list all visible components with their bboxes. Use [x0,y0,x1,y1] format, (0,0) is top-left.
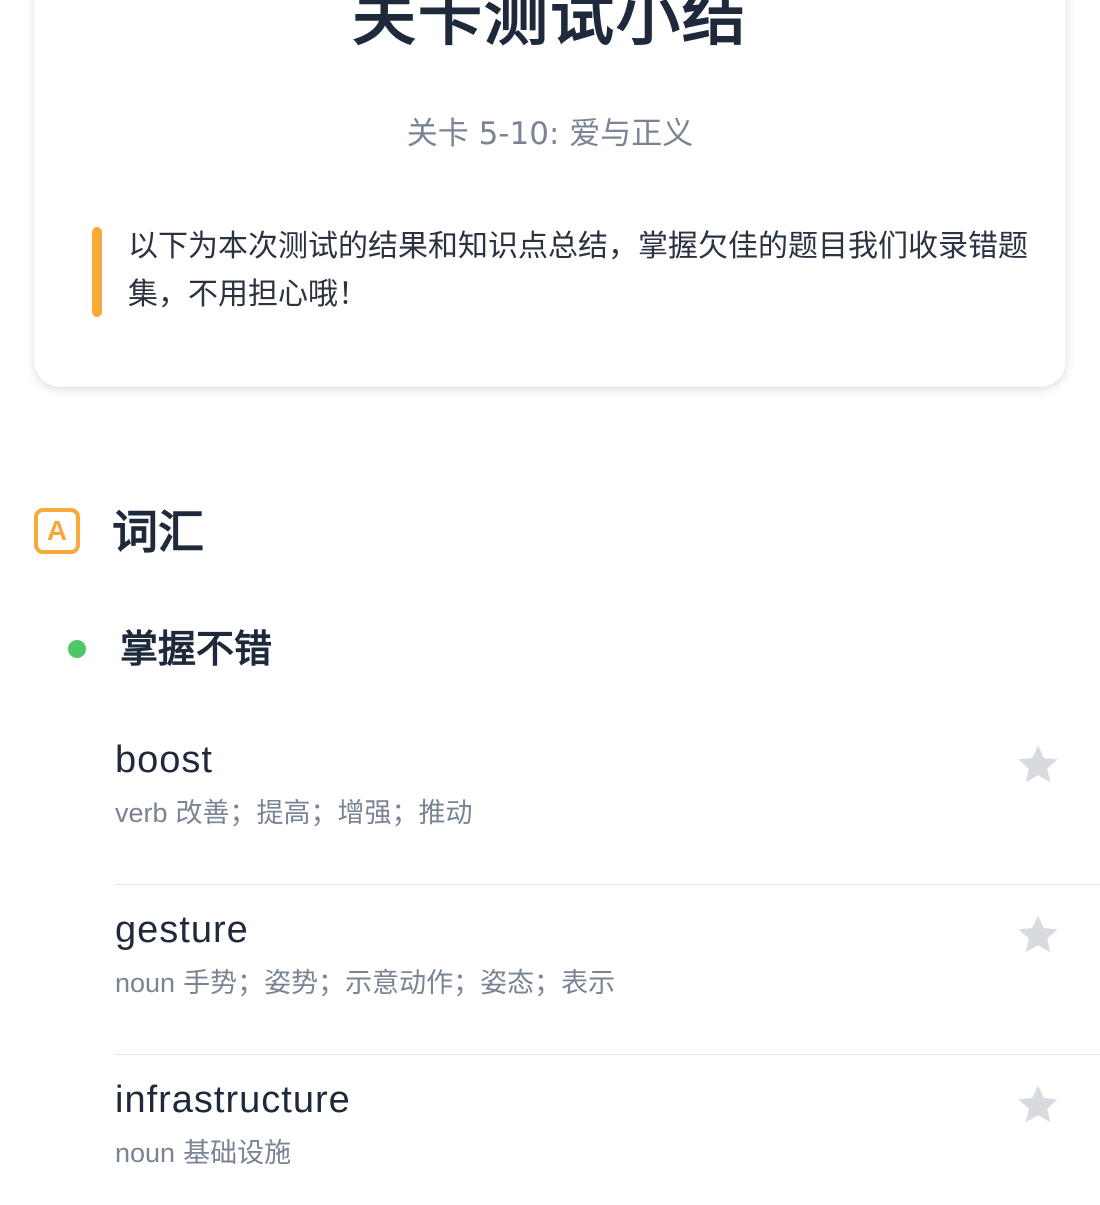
word-text: infrastructure [115,1079,351,1121]
level-subtitle: 关卡 5-10: 爱与正义 [406,116,694,152]
word-meaning: 改善；提高；增强；推动 [175,798,473,829]
word-meaning: 手势；姿势；示意动作；姿态；表示 [183,968,616,999]
group-title: 掌握不错 [120,627,273,671]
word-list: boost verb 改善；提高；增强；推动 gesture noun 手势；姿势；… [115,715,1100,1205]
word-list-item[interactable]: infrastructure noun 基础设施 [115,1055,1100,1205]
part-of-speech: verb [115,798,168,828]
star-icon[interactable] [1014,741,1062,789]
word-definition: noun 基础设施 [115,1135,291,1172]
vocabulary-icon: A [34,508,80,554]
star-icon[interactable] [1014,1081,1062,1129]
word-text: boost [115,739,213,781]
word-meaning: 基础设施 [183,1138,292,1169]
summary-card: 关卡测试小结 关卡 5-10: 爱与正义 以下为本次测试的结果和知识点总结，掌握… [34,0,1066,387]
status-dot-icon [68,640,86,658]
word-list-item[interactable]: boost verb 改善；提高；增强；推动 [115,715,1100,885]
star-icon[interactable] [1014,911,1062,959]
part-of-speech: noun [115,1138,176,1168]
notice-text: 以下为本次测试的结果和知识点总结，掌握欠佳的题目我们收录错题集，不用担心哦！ [128,229,1028,312]
word-definition: noun 手势；姿势；示意动作；姿态；表示 [115,965,615,1002]
test-summary-page: 关卡测试小结 关卡 5-10: 爱与正义 以下为本次测试的结果和知识点总结，掌握… [0,0,1100,1205]
part-of-speech: noun [115,968,176,998]
word-definition: verb 改善；提高；增强；推动 [115,795,473,832]
notice-accent-bar [92,227,102,317]
word-text: gesture [115,909,249,951]
section-title: 词汇 [112,505,204,559]
page-title: 关卡测试小结 [352,0,748,55]
word-list-item[interactable]: gesture noun 手势；姿势；示意动作；姿态；表示 [115,885,1100,1055]
